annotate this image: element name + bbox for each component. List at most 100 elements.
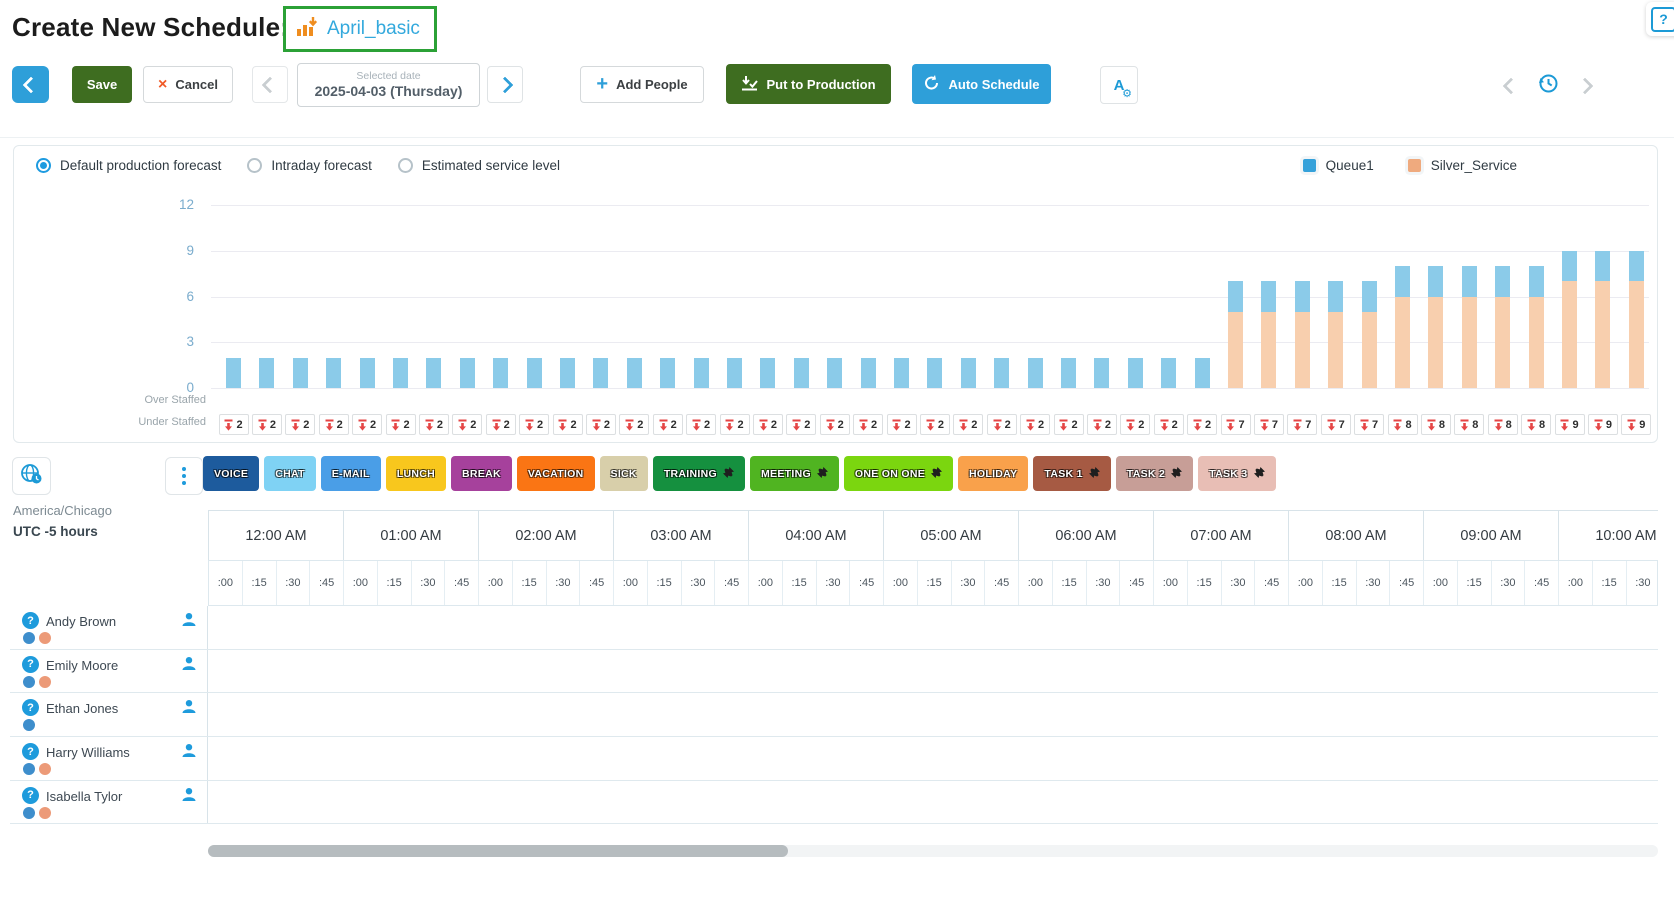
understaffed-value: 9 bbox=[1639, 419, 1645, 431]
under-staffed-label: Under Staffed bbox=[74, 416, 206, 428]
understaffed-value: 8 bbox=[1405, 419, 1411, 431]
add-people-label: Add People bbox=[616, 77, 688, 92]
quarter-header: :15 bbox=[1323, 561, 1357, 605]
back-button[interactable] bbox=[12, 66, 49, 103]
activity-sick[interactable]: SICK bbox=[600, 456, 648, 491]
activity-label: BREAK bbox=[462, 468, 501, 480]
understaffed-arrow-icon bbox=[592, 419, 601, 431]
understaffed-arrow-icon bbox=[859, 419, 868, 431]
activity-holiday[interactable]: HOLIDAY bbox=[958, 456, 1028, 491]
person-icon[interactable] bbox=[181, 787, 197, 807]
selected-date-field[interactable]: Selected date 2025-04-03 (Thursday) bbox=[297, 63, 480, 107]
activity-one-on-one[interactable]: ONE ON ONE bbox=[844, 456, 953, 491]
help-panel-tab[interactable]: ? bbox=[1646, 2, 1674, 36]
help-icon[interactable]: ? bbox=[1651, 7, 1674, 32]
understaffed-value: 2 bbox=[1071, 419, 1077, 431]
chart-bar-queue1 bbox=[1529, 266, 1544, 297]
understaffed-arrow-icon bbox=[1427, 419, 1436, 431]
quarter-header: :15 bbox=[513, 561, 547, 605]
quarter-header: :15 bbox=[243, 561, 277, 605]
agent-settings-button[interactable]: A ⚙ bbox=[1100, 66, 1138, 104]
history-forward-icon[interactable] bbox=[1577, 77, 1594, 94]
save-button[interactable]: Save bbox=[72, 66, 132, 103]
understaffed-arrow-icon bbox=[692, 419, 701, 431]
chart-bar-silver-service bbox=[1495, 297, 1510, 389]
chart-bar-queue1 bbox=[794, 358, 809, 389]
chart-bar-silver-service bbox=[1362, 312, 1377, 388]
employee-help-icon[interactable]: ? bbox=[22, 699, 39, 716]
timezone-globe-button[interactable] bbox=[12, 457, 51, 495]
auto-schedule-button[interactable]: Auto Schedule bbox=[912, 64, 1051, 104]
next-day-button[interactable] bbox=[487, 66, 523, 103]
activity-break[interactable]: BREAK bbox=[451, 456, 512, 491]
schedule-name-box[interactable]: April_basic bbox=[283, 6, 437, 52]
activity-label: MEETING bbox=[761, 468, 811, 480]
employee-cell-andy-brown[interactable]: ? Andy Brown bbox=[10, 606, 208, 649]
y-axis-label: 9 bbox=[160, 243, 194, 258]
understaffed-value: 2 bbox=[470, 419, 476, 431]
understaffed-arrow-icon bbox=[1093, 419, 1102, 431]
employee-help-icon[interactable]: ? bbox=[22, 612, 39, 629]
activity-voice[interactable]: VOICE bbox=[203, 456, 259, 491]
employee-cell-harry-williams[interactable]: ?Harry Williams bbox=[10, 737, 208, 780]
quarter-header: :30 bbox=[1222, 561, 1256, 605]
chart-bar-queue1 bbox=[1362, 281, 1377, 312]
activity-meeting[interactable]: MEETING bbox=[750, 456, 839, 491]
understaffed-chip: 2 bbox=[519, 414, 549, 435]
employee-name: Andy Brown bbox=[46, 614, 116, 629]
chart-bar-queue1 bbox=[727, 358, 742, 389]
activities-menu-button[interactable] bbox=[165, 457, 203, 495]
add-people-button[interactable]: + Add People bbox=[580, 66, 704, 103]
over-staffed-label: Over Staffed bbox=[74, 394, 206, 406]
schedule-chart-icon bbox=[296, 17, 318, 42]
employee-cell-emily-moore[interactable]: ?Emily Moore bbox=[10, 650, 208, 693]
activity-vacation[interactable]: VACATION bbox=[517, 456, 595, 491]
activity-training[interactable]: TRAINING bbox=[653, 456, 745, 491]
understaffed-value: 2 bbox=[370, 419, 376, 431]
person-icon[interactable] bbox=[181, 743, 197, 763]
chart-bar-queue1 bbox=[1428, 266, 1443, 297]
understaffed-chip: 2 bbox=[820, 414, 850, 435]
employee-help-icon[interactable]: ? bbox=[22, 656, 39, 673]
understaffed-value: 2 bbox=[604, 419, 610, 431]
previous-day-button[interactable] bbox=[252, 66, 288, 103]
history-back-icon[interactable] bbox=[1503, 77, 1520, 94]
selected-date-value: 2025-04-03 (Thursday) bbox=[315, 83, 463, 101]
chart-bar-queue1 bbox=[1629, 251, 1644, 282]
quarter-header: :45 bbox=[580, 561, 614, 605]
person-icon[interactable] bbox=[181, 656, 197, 676]
queue-dot-blue bbox=[23, 632, 35, 644]
activity-task-3[interactable]: TASK 3 bbox=[1198, 456, 1275, 491]
person-icon[interactable] bbox=[181, 612, 197, 632]
history-clock-icon[interactable] bbox=[1537, 72, 1559, 99]
quarter-header: :30 bbox=[952, 561, 986, 605]
employee-cell-isabella-tylor[interactable]: ?Isabella Tylor bbox=[10, 781, 208, 824]
cancel-button[interactable]: × Cancel bbox=[143, 66, 233, 103]
person-icon[interactable] bbox=[181, 699, 197, 719]
activity-lunch[interactable]: LUNCH bbox=[386, 456, 446, 491]
chart-bar-queue1 bbox=[1495, 266, 1510, 297]
employee-help-icon[interactable]: ? bbox=[22, 787, 39, 804]
activity-task-2[interactable]: TASK 2 bbox=[1116, 456, 1193, 491]
put-to-production-label: Put to Production bbox=[766, 77, 875, 92]
employee-schedule-rows: ? Andy Brown ?Emily Moore?Ethan Jones?Harr… bbox=[10, 606, 1658, 824]
understaffed-arrow-icon bbox=[1627, 419, 1636, 431]
activity-task-1[interactable]: TASK 1 bbox=[1033, 456, 1110, 491]
employee-help-icon[interactable]: ? bbox=[22, 743, 39, 760]
y-axis-label: 0 bbox=[160, 380, 194, 395]
horizontal-scrollbar-thumb[interactable] bbox=[208, 845, 788, 857]
understaffed-value: 2 bbox=[403, 419, 409, 431]
queue-dot-blue bbox=[23, 676, 35, 688]
understaffed-chip: 2 bbox=[720, 414, 750, 435]
employee-cell-ethan-jones[interactable]: ?Ethan Jones bbox=[10, 693, 208, 736]
quarter-header: :30 bbox=[1087, 561, 1121, 605]
understaffed-value: 2 bbox=[704, 419, 710, 431]
activity-chat[interactable]: CHAT bbox=[264, 456, 316, 491]
queue-dot-blue bbox=[23, 807, 35, 819]
understaffed-chip: 2 bbox=[1054, 414, 1084, 435]
chart-bar-silver-service bbox=[1462, 297, 1477, 389]
put-to-production-button[interactable]: Put to Production bbox=[726, 64, 891, 104]
chart-bar-queue1 bbox=[660, 358, 675, 389]
understaffed-arrow-icon bbox=[759, 419, 768, 431]
activity-e-mail[interactable]: E-MAIL bbox=[321, 456, 381, 491]
